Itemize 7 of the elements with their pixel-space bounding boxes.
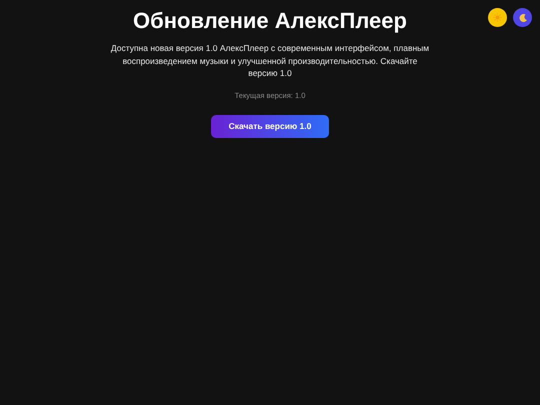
update-description: Доступна новая версия 1.0 АлексПлеер с современным интерфейсом, плавным воспроизведением музыки и улучшенной производительностью. Скачайте версию 1.0: [110, 42, 430, 80]
light-theme-button[interactable]: [488, 8, 507, 27]
dark-theme-button[interactable]: [513, 8, 532, 27]
download-button[interactable]: Скачать версию 1.0: [211, 114, 329, 138]
sun-icon: [493, 13, 502, 22]
moon-icon: [518, 12, 528, 22]
page-title: Обновление АлексПлеер: [133, 8, 407, 34]
